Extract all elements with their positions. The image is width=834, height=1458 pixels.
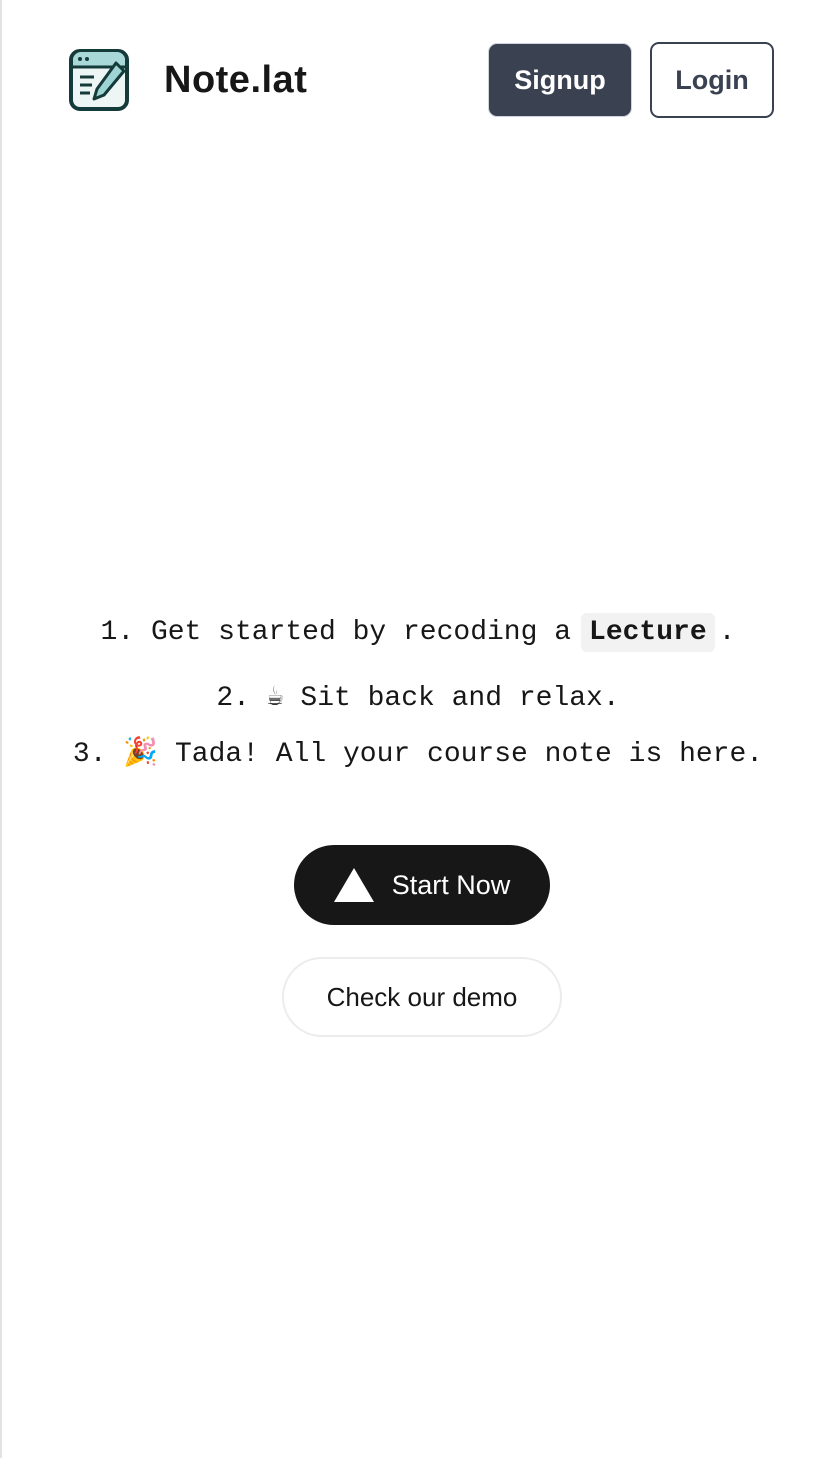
- note-pencil-logo-icon[interactable]: [68, 47, 130, 113]
- lecture-code: Lecture: [581, 613, 715, 652]
- check-demo-button[interactable]: Check our demo: [282, 957, 562, 1037]
- steps-list: 1. Get started by recoding a Lecture. 2. …: [2, 608, 834, 780]
- step-2: 2. ☕ Sit back and relax.: [216, 683, 620, 714]
- triangle-icon: [333, 868, 374, 902]
- step-3: 3. 🎉 Tada! All your course note is here.: [72, 739, 764, 770]
- login-button[interactable]: Login: [650, 42, 774, 118]
- start-now-button[interactable]: Start Now: [294, 845, 550, 925]
- step-1: 1. Get started by recoding a Lecture.: [2, 608, 834, 658]
- header: Note.lat Signup Login: [68, 42, 774, 118]
- signup-button[interactable]: Signup: [488, 43, 632, 117]
- brand-name: Note.lat: [164, 58, 308, 101]
